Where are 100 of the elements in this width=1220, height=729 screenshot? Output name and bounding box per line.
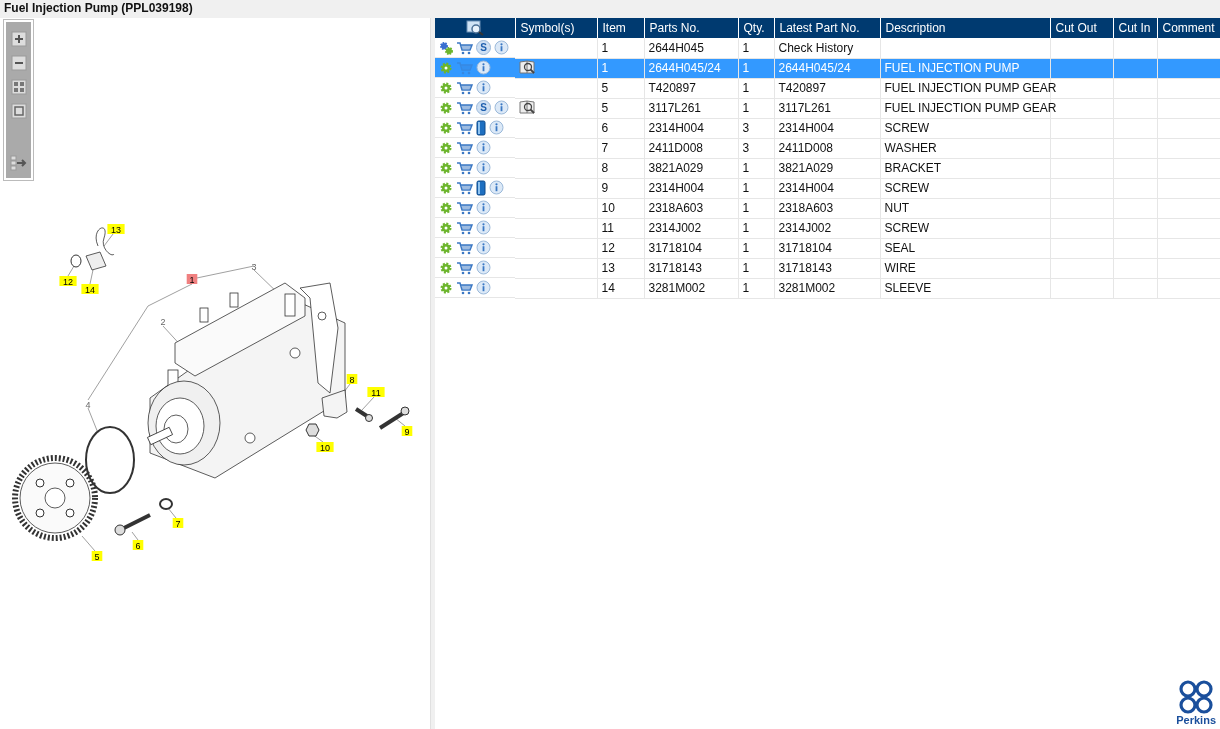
info-icon[interactable] <box>476 80 491 95</box>
callout-label[interactable]: 7 <box>172 518 184 529</box>
table-cell: 1 <box>738 218 774 238</box>
table-cell: 31718143 <box>644 258 738 278</box>
bracket-drawing <box>321 389 348 419</box>
cart-icon[interactable] <box>456 120 473 135</box>
info-icon[interactable] <box>476 280 491 295</box>
callout-label[interactable]: 10 <box>316 442 334 453</box>
table-cell: 3 <box>738 118 774 138</box>
table-cell: FUEL INJECTION PUMP <box>884 61 1020 75</box>
callout-label[interactable]: 11 <box>367 387 385 398</box>
table-row[interactable]: 13 31718143 1 31718143 WIRE <box>435 258 1220 278</box>
table-cell: SCREW <box>884 121 930 135</box>
table-cell: 1 <box>738 158 774 178</box>
table-cell: SLEEVE <box>884 281 932 295</box>
info-icon[interactable] <box>476 60 491 75</box>
column-header[interactable]: Qty. <box>738 18 774 38</box>
leader-line <box>103 233 114 247</box>
cart-icon[interactable] <box>456 280 473 295</box>
cart-icon[interactable] <box>456 260 473 275</box>
table-row[interactable]: 5 T420897 1 T420897 FUEL INJECTION PUMP GEAR <box>435 78 1220 98</box>
cart-icon[interactable] <box>456 220 473 235</box>
column-header[interactable]: Description <box>880 18 1050 38</box>
info-icon[interactable] <box>476 140 491 155</box>
zoom-in-button[interactable] <box>8 30 29 48</box>
callout-label[interactable]: 3 <box>251 261 257 272</box>
cart-icon[interactable] <box>456 80 473 95</box>
book-magnifier-icon[interactable] <box>519 98 537 115</box>
sleeve-drawing <box>85 251 107 271</box>
cart-icon[interactable] <box>456 140 473 155</box>
info-icon[interactable] <box>476 200 491 215</box>
info-icon[interactable] <box>476 240 491 255</box>
info-icon[interactable] <box>489 120 504 135</box>
callout-label[interactable]: 5 <box>91 551 103 562</box>
info-icon[interactable] <box>489 180 504 195</box>
cart-icon[interactable] <box>456 240 473 255</box>
table-row[interactable]: 9 2314H004 1 2314H004 SCREW <box>435 178 1220 198</box>
actual-size-button[interactable] <box>8 102 29 120</box>
info-icon[interactable] <box>476 220 491 235</box>
column-header[interactable]: Cut Out <box>1050 18 1113 38</box>
cart-icon[interactable] <box>456 160 473 175</box>
toggle-panel-button[interactable] <box>8 154 29 172</box>
table-cell: 3821A029 <box>644 158 738 178</box>
callout-label[interactable]: 9 <box>401 426 413 437</box>
leader-line <box>87 407 99 434</box>
zoom-out-button[interactable] <box>8 54 29 72</box>
info-icon[interactable] <box>494 100 509 115</box>
table-cell: WASHER <box>884 141 937 155</box>
service-badge[interactable]: S <box>476 100 491 115</box>
leader-line <box>394 417 406 427</box>
book-magnifier-icon[interactable] <box>519 58 537 75</box>
table-cell: 8 <box>597 158 644 178</box>
table-row[interactable]: S 5 3117L261 1 3117L261 FUEL INJECTION PUMP GEAR <box>435 98 1220 118</box>
table-row[interactable]: 12 31718104 1 31718104 SEAL <box>435 238 1220 258</box>
o-ring-drawing <box>85 426 135 494</box>
table-cell: 31718104 <box>774 238 880 258</box>
info-icon[interactable] <box>476 260 491 275</box>
callout-label[interactable]: 12 <box>59 276 77 287</box>
callout-label[interactable]: 4 <box>85 399 91 410</box>
table-row[interactable]: 6 2314H004 3 2314H004 SCREW <box>435 118 1220 138</box>
callout-label[interactable]: 6 <box>132 540 144 551</box>
table-row[interactable]: 10 2318A603 1 2318A603 NUT <box>435 198 1220 218</box>
table-row[interactable]: 14 3281M002 1 3281M002 SLEEVE <box>435 278 1220 298</box>
table-cell: 3821A029 <box>774 158 880 178</box>
cart-icon[interactable] <box>456 180 473 195</box>
callout-label[interactable]: 13 <box>107 224 125 235</box>
callout-label[interactable]: 2 <box>160 316 166 327</box>
cart-icon[interactable] <box>456 200 473 215</box>
info-icon[interactable] <box>476 160 491 175</box>
seal-drawing <box>70 254 82 268</box>
cart-icon[interactable] <box>456 100 473 115</box>
cart-icon[interactable] <box>456 40 473 55</box>
service-badge[interactable]: S <box>476 40 491 55</box>
table-cell: 2318A603 <box>644 198 738 218</box>
table-cell: 10 <box>597 198 644 218</box>
column-header[interactable]: Cut In <box>1113 18 1157 38</box>
book-icon[interactable] <box>476 119 486 136</box>
leader-line <box>361 396 375 411</box>
window-title: Fuel Injection Pump (PPL039198) <box>0 0 1220 18</box>
info-icon[interactable] <box>494 40 509 55</box>
callout-label[interactable]: 8 <box>346 374 358 385</box>
column-header[interactable]: Latest Part No. <box>774 18 880 38</box>
table-cell: 3 <box>738 138 774 158</box>
table-row[interactable]: S 1 2644H045 1 Check History <box>435 38 1220 58</box>
table-cell: 12 <box>597 238 644 258</box>
table-cell: 13 <box>597 258 644 278</box>
table-row[interactable]: 7 2411D008 3 2411D008 WASHER <box>435 138 1220 158</box>
callout-label[interactable]: 1 <box>186 274 198 285</box>
fit-view-button[interactable] <box>8 78 29 96</box>
table-cell: 1 <box>597 38 644 58</box>
book-icon[interactable] <box>476 179 486 196</box>
column-header[interactable]: Parts No. <box>644 18 738 38</box>
column-header[interactable]: Symbol(s) <box>515 18 597 38</box>
column-header[interactable]: Item <box>597 18 644 38</box>
column-header[interactable]: Comment <box>1157 18 1220 38</box>
callout-label[interactable]: 14 <box>81 284 99 295</box>
table-cell: 2314J002 <box>644 218 738 238</box>
table-row[interactable]: 11 2314J002 1 2314J002 SCREW <box>435 218 1220 238</box>
table-row[interactable]: 8 3821A029 1 3821A029 BRACKET <box>435 158 1220 178</box>
table-cell: BRACKET <box>884 161 942 175</box>
